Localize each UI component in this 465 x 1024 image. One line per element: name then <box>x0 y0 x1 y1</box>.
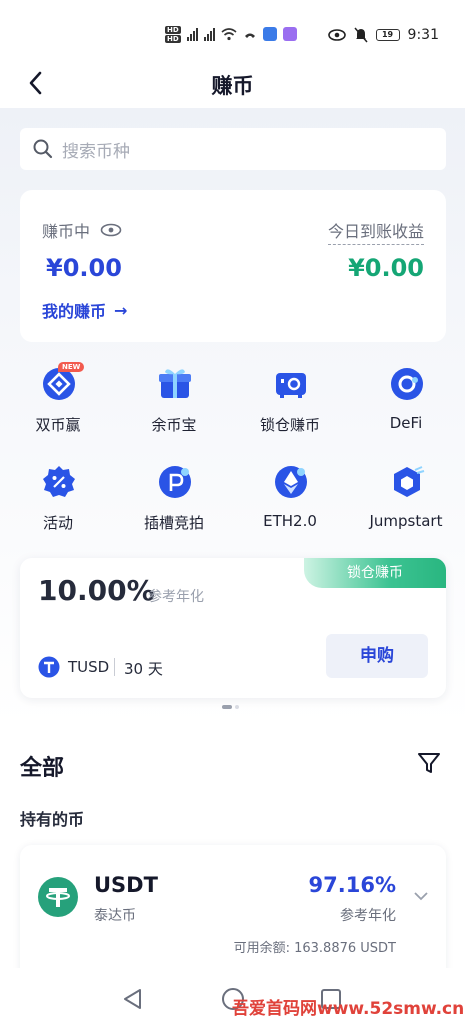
status-right: 19 9:31 <box>327 24 439 46</box>
my-earn-link[interactable]: 我的赚币 → <box>42 298 127 322</box>
grid-label-defi: DeFi <box>389 414 423 432</box>
divider <box>114 658 115 676</box>
gift-box-icon <box>159 369 191 398</box>
grid-item-locked-staking[interactable]: 锁仓赚币 <box>232 362 348 442</box>
signal-icon <box>186 27 198 41</box>
page-title: 赚币 <box>211 74 254 98</box>
carousel-dot-active <box>222 705 232 709</box>
safe-lock-icon <box>276 373 306 398</box>
arrow-right-icon: → <box>114 300 128 320</box>
ethereum-icon <box>275 466 307 498</box>
grid-item-eth2[interactable]: ETH2.0 <box>232 460 348 540</box>
subscribe-button[interactable]: 申购 <box>326 634 428 678</box>
held-coins-title: 持有的币 <box>20 810 85 829</box>
promo-coin: TUSD <box>68 658 110 676</box>
app-notification-icon-2 <box>282 27 297 41</box>
coin-chinese-name: 泰达币 <box>94 908 136 924</box>
coin-rate: 97.16% <box>308 873 396 897</box>
grid-item-savings[interactable]: 余币宝 <box>116 362 232 442</box>
grid-label-locked-staking: 锁仓赚币 <box>259 416 320 434</box>
promo-rate: 10.00% <box>38 574 155 607</box>
today-income-label[interactable]: 今日到账收益 <box>327 218 424 245</box>
grid-label-dual-coin: 双币赢 <box>35 416 81 434</box>
grid-label-savings: 余币宝 <box>151 416 197 434</box>
holding-card-usdt[interactable]: USDT 泰达币 97.16% 参考年化 可用余额: 163.8876 USDT <box>20 845 446 985</box>
locked-staking-promo-card[interactable]: 锁仓赚币 10.00% 参考年化 TUSD 30 天 申购 <box>20 558 446 698</box>
new-badge: NEW <box>58 362 85 372</box>
carousel-dot <box>235 705 239 709</box>
call-icon <box>244 33 255 38</box>
status-bar: HD HD 19 9:31 <box>0 0 465 58</box>
carousel-indicator <box>222 705 239 709</box>
promo-rate-label: 参考年化 <box>148 589 204 605</box>
wifi-icon <box>221 28 237 41</box>
hd-icon: HD HD <box>165 25 181 43</box>
grid-label-jumpstart: Jumpstart <box>369 512 443 530</box>
coin-name: USDT <box>94 873 158 897</box>
eye-comfort-icon <box>327 29 346 41</box>
clock: 9:31 <box>407 27 439 43</box>
app-notification-icon <box>262 27 277 41</box>
earnings-card: 赚币中 今日到账收益 ¥0.00 ¥0.00 我的赚币 → <box>20 190 446 342</box>
all-section-title: 全部 <box>20 756 65 781</box>
earning-label: 赚币中 <box>42 222 91 241</box>
app-header: 赚币 <box>0 58 465 108</box>
grid-item-activity[interactable]: 活动 <box>0 460 116 540</box>
battery-indicator: 19 <box>375 29 400 41</box>
search-placeholder: 搜索币种 <box>62 141 130 162</box>
my-earn-label: 我的赚币 <box>42 302 107 321</box>
grid-item-slot-auction[interactable]: 插槽竞拍 <box>116 460 232 540</box>
eye-icon[interactable] <box>100 223 122 237</box>
coin-rate-label: 参考年化 <box>340 908 396 924</box>
nav-back-icon[interactable] <box>120 986 146 1012</box>
status-icons: HD HD <box>165 22 297 46</box>
promo-tag: 锁仓赚币 <box>304 558 446 588</box>
search-icon <box>33 139 53 159</box>
available-balance: 可用余额: 163.8876 USDT <box>233 941 396 956</box>
grid-label-eth2: ETH2.0 <box>263 512 317 530</box>
jumpstart-icon <box>394 466 425 497</box>
filter-icon[interactable] <box>416 750 442 776</box>
grid-label-activity: 活动 <box>42 514 73 532</box>
tusd-icon <box>38 656 60 678</box>
defi-icon <box>391 368 423 400</box>
slot-auction-icon <box>159 466 191 498</box>
grid-item-jumpstart[interactable]: Jumpstart <box>348 460 464 540</box>
search-input[interactable]: 搜索币种 <box>20 128 446 170</box>
watermark: 吾爱首码网www.52smw.cn <box>232 999 465 1019</box>
chevron-down-icon[interactable] <box>414 891 428 901</box>
earning-label-group: 赚币中 <box>42 218 122 242</box>
today-income-amount: ¥0.00 <box>348 254 424 282</box>
mute-bell-icon <box>353 27 368 43</box>
grid-label-slot-auction: 插槽竞拍 <box>143 514 204 532</box>
grid-item-defi[interactable]: DeFi <box>348 362 464 442</box>
grid-item-dual-coin[interactable]: NEW 双币赢 <box>0 362 116 442</box>
promo-days: 30 天 <box>124 660 163 678</box>
tether-icon <box>38 877 78 917</box>
earning-amount: ¥0.00 <box>46 254 122 282</box>
activity-percent-icon <box>43 466 75 497</box>
signal-icon-2 <box>203 27 215 41</box>
